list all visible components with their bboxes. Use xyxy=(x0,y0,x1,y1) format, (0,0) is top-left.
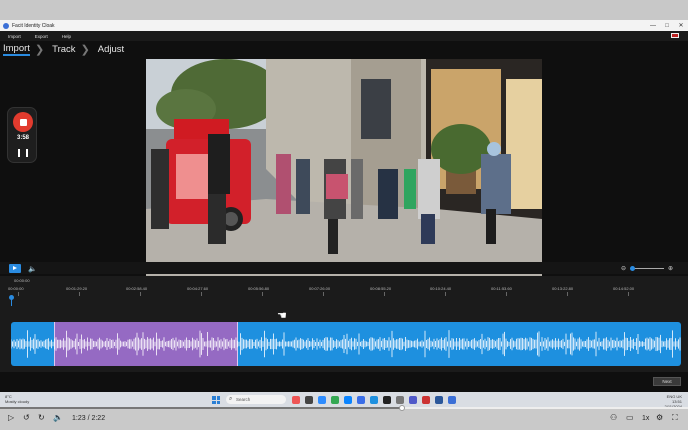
os-taskbar: 8°C Mostly cloudy Search ENG UK 13:51 2/… xyxy=(0,392,688,409)
menu-bar: Import Export Help xyxy=(0,31,688,41)
menu-help[interactable]: Help xyxy=(62,34,71,39)
timeline-panel: 00:00:00 00:00:00 00:01:29.20 00:02:58.4… xyxy=(0,276,688,372)
playback-speed[interactable]: 1x xyxy=(642,415,649,422)
ruler-tick xyxy=(567,292,568,296)
language-flag-icon[interactable] xyxy=(671,33,679,38)
recording-widget: 3:58 xyxy=(7,107,37,163)
recording-time: 3:58 xyxy=(16,135,29,141)
app-icon[interactable] xyxy=(435,396,443,404)
player-time: 1:23 / 2:22 xyxy=(72,415,106,422)
ruler-label: 00:08:55.20 xyxy=(370,286,392,291)
audio-waveform[interactable] xyxy=(11,322,681,366)
windows-start-icon[interactable] xyxy=(212,396,220,404)
ruler-tick xyxy=(201,292,202,296)
close-button[interactable]: ✕ xyxy=(674,20,688,31)
window-title: Facit Identity Cloak xyxy=(12,22,55,29)
title-bar: Facit Identity Cloak — □ ✕ xyxy=(0,20,688,31)
ruler-tick xyxy=(506,292,507,296)
menu-import[interactable]: Import xyxy=(8,34,21,39)
waveform-graphic xyxy=(11,330,681,358)
timeline-playhead[interactable] xyxy=(9,295,14,306)
app-icon[interactable] xyxy=(370,396,378,404)
playback-toolbar xyxy=(0,262,688,274)
chrome-icon[interactable] xyxy=(331,396,339,404)
ruler-label: 00:04:27.60 xyxy=(187,286,209,291)
screen-recording-frame: Facit Identity Cloak — □ ✕ Import Export… xyxy=(0,0,688,430)
zoom-slider[interactable] xyxy=(630,265,665,271)
app-icon[interactable] xyxy=(383,396,391,404)
settings-gear-icon[interactable]: ⚙ xyxy=(656,413,663,422)
app-icon[interactable] xyxy=(344,396,352,404)
ruler-label: 00:07:26.00 xyxy=(309,286,331,291)
forward-icon[interactable]: ↻ xyxy=(38,413,45,422)
ruler-label: 00:13:22.80 xyxy=(552,286,574,291)
chevron-right-icon: ❯ xyxy=(80,43,90,56)
play-icon[interactable]: ▷ xyxy=(8,413,14,422)
chevron-right-icon: ❯ xyxy=(34,43,45,56)
ruler-tick xyxy=(628,292,629,296)
taskbar-search[interactable]: Search xyxy=(226,395,286,404)
window-controls: — □ ✕ xyxy=(646,20,688,31)
ruler-tick xyxy=(323,292,324,296)
zoom-in-icon[interactable]: ⊕ xyxy=(668,265,673,272)
rewind-icon[interactable]: ↺ xyxy=(23,413,30,422)
ruler-label: 00:00:00 xyxy=(8,286,24,291)
stop-icon xyxy=(19,118,27,126)
zoom-slider-handle[interactable] xyxy=(630,265,636,271)
app-icon[interactable] xyxy=(357,396,365,404)
app-icon[interactable] xyxy=(422,396,430,404)
volume-icon[interactable]: 🔈 xyxy=(53,413,63,422)
step-import[interactable]: Import xyxy=(3,43,30,56)
hand-cursor-icon: ☚ xyxy=(277,310,287,322)
time-ruler: 00:00:00 00:00:00 00:01:29.20 00:02:58.4… xyxy=(0,276,688,296)
fullscreen-icon[interactable]: ⛶ xyxy=(672,413,678,423)
teams-icon[interactable] xyxy=(409,396,417,404)
app-icon[interactable] xyxy=(292,396,300,404)
ruler-tick xyxy=(445,292,446,296)
ruler-label: 00:10:24.40 xyxy=(430,286,452,291)
zoom-control: ⊖ ⊕ xyxy=(621,264,677,272)
street-scene-image xyxy=(146,59,542,282)
ruler-label: 00:02:58.40 xyxy=(126,286,148,291)
player-progress-fill xyxy=(0,407,403,409)
weather-desc: Mostly cloudy xyxy=(5,399,30,404)
ruler-tick xyxy=(18,292,19,296)
ruler-label: 00:14:52.00 xyxy=(613,286,635,291)
weather-widget[interactable]: 8°C Mostly cloudy xyxy=(5,394,29,404)
app-icon xyxy=(3,22,9,29)
ruler-start-label: 00:00:00 xyxy=(14,278,30,283)
ruler-tick xyxy=(384,292,385,296)
app-icon[interactable] xyxy=(305,396,313,404)
app-icon[interactable] xyxy=(318,396,326,404)
ruler-tick xyxy=(79,292,80,296)
facit-app-icon[interactable] xyxy=(448,396,456,404)
ruler-label: 00:11:53.60 xyxy=(491,286,512,291)
captions-icon[interactable]: ▭ xyxy=(626,413,634,422)
step-adjust[interactable]: Adjust xyxy=(98,44,124,55)
player-progress-bar[interactable] xyxy=(0,405,688,411)
stop-recording-button[interactable] xyxy=(13,112,33,132)
ruler-tick xyxy=(140,292,141,296)
ruler-label: 00:01:29.20 xyxy=(66,286,88,291)
ruler-label: 00:05:56.80 xyxy=(248,286,270,291)
play-button[interactable] xyxy=(9,264,21,273)
player-progress-knob[interactable] xyxy=(399,405,406,411)
speaker-icon[interactable]: 🔈 xyxy=(28,265,37,273)
zoom-out-icon[interactable]: ⊖ xyxy=(621,265,626,272)
ruler-tick xyxy=(262,292,263,296)
maximize-button[interactable]: □ xyxy=(660,20,674,31)
pause-icon xyxy=(18,149,20,157)
app-icon[interactable] xyxy=(396,396,404,404)
video-player-controls: ▷ ↺ ↻ 🔈 1:23 / 2:22 ⚇ ▭ 1x ⚙ ⛶ xyxy=(0,405,688,430)
menu-export[interactable]: Export xyxy=(35,34,48,39)
taskbar-apps xyxy=(292,396,461,404)
workflow-steps: Import ❯ Track ❯ Adjust xyxy=(0,42,124,56)
step-track[interactable]: Track xyxy=(52,44,75,55)
next-button[interactable]: Next xyxy=(653,377,681,386)
people-icon[interactable]: ⚇ xyxy=(610,413,617,422)
video-preview[interactable] xyxy=(146,59,542,282)
pause-button[interactable] xyxy=(18,149,28,157)
minimize-button[interactable]: — xyxy=(646,20,660,31)
